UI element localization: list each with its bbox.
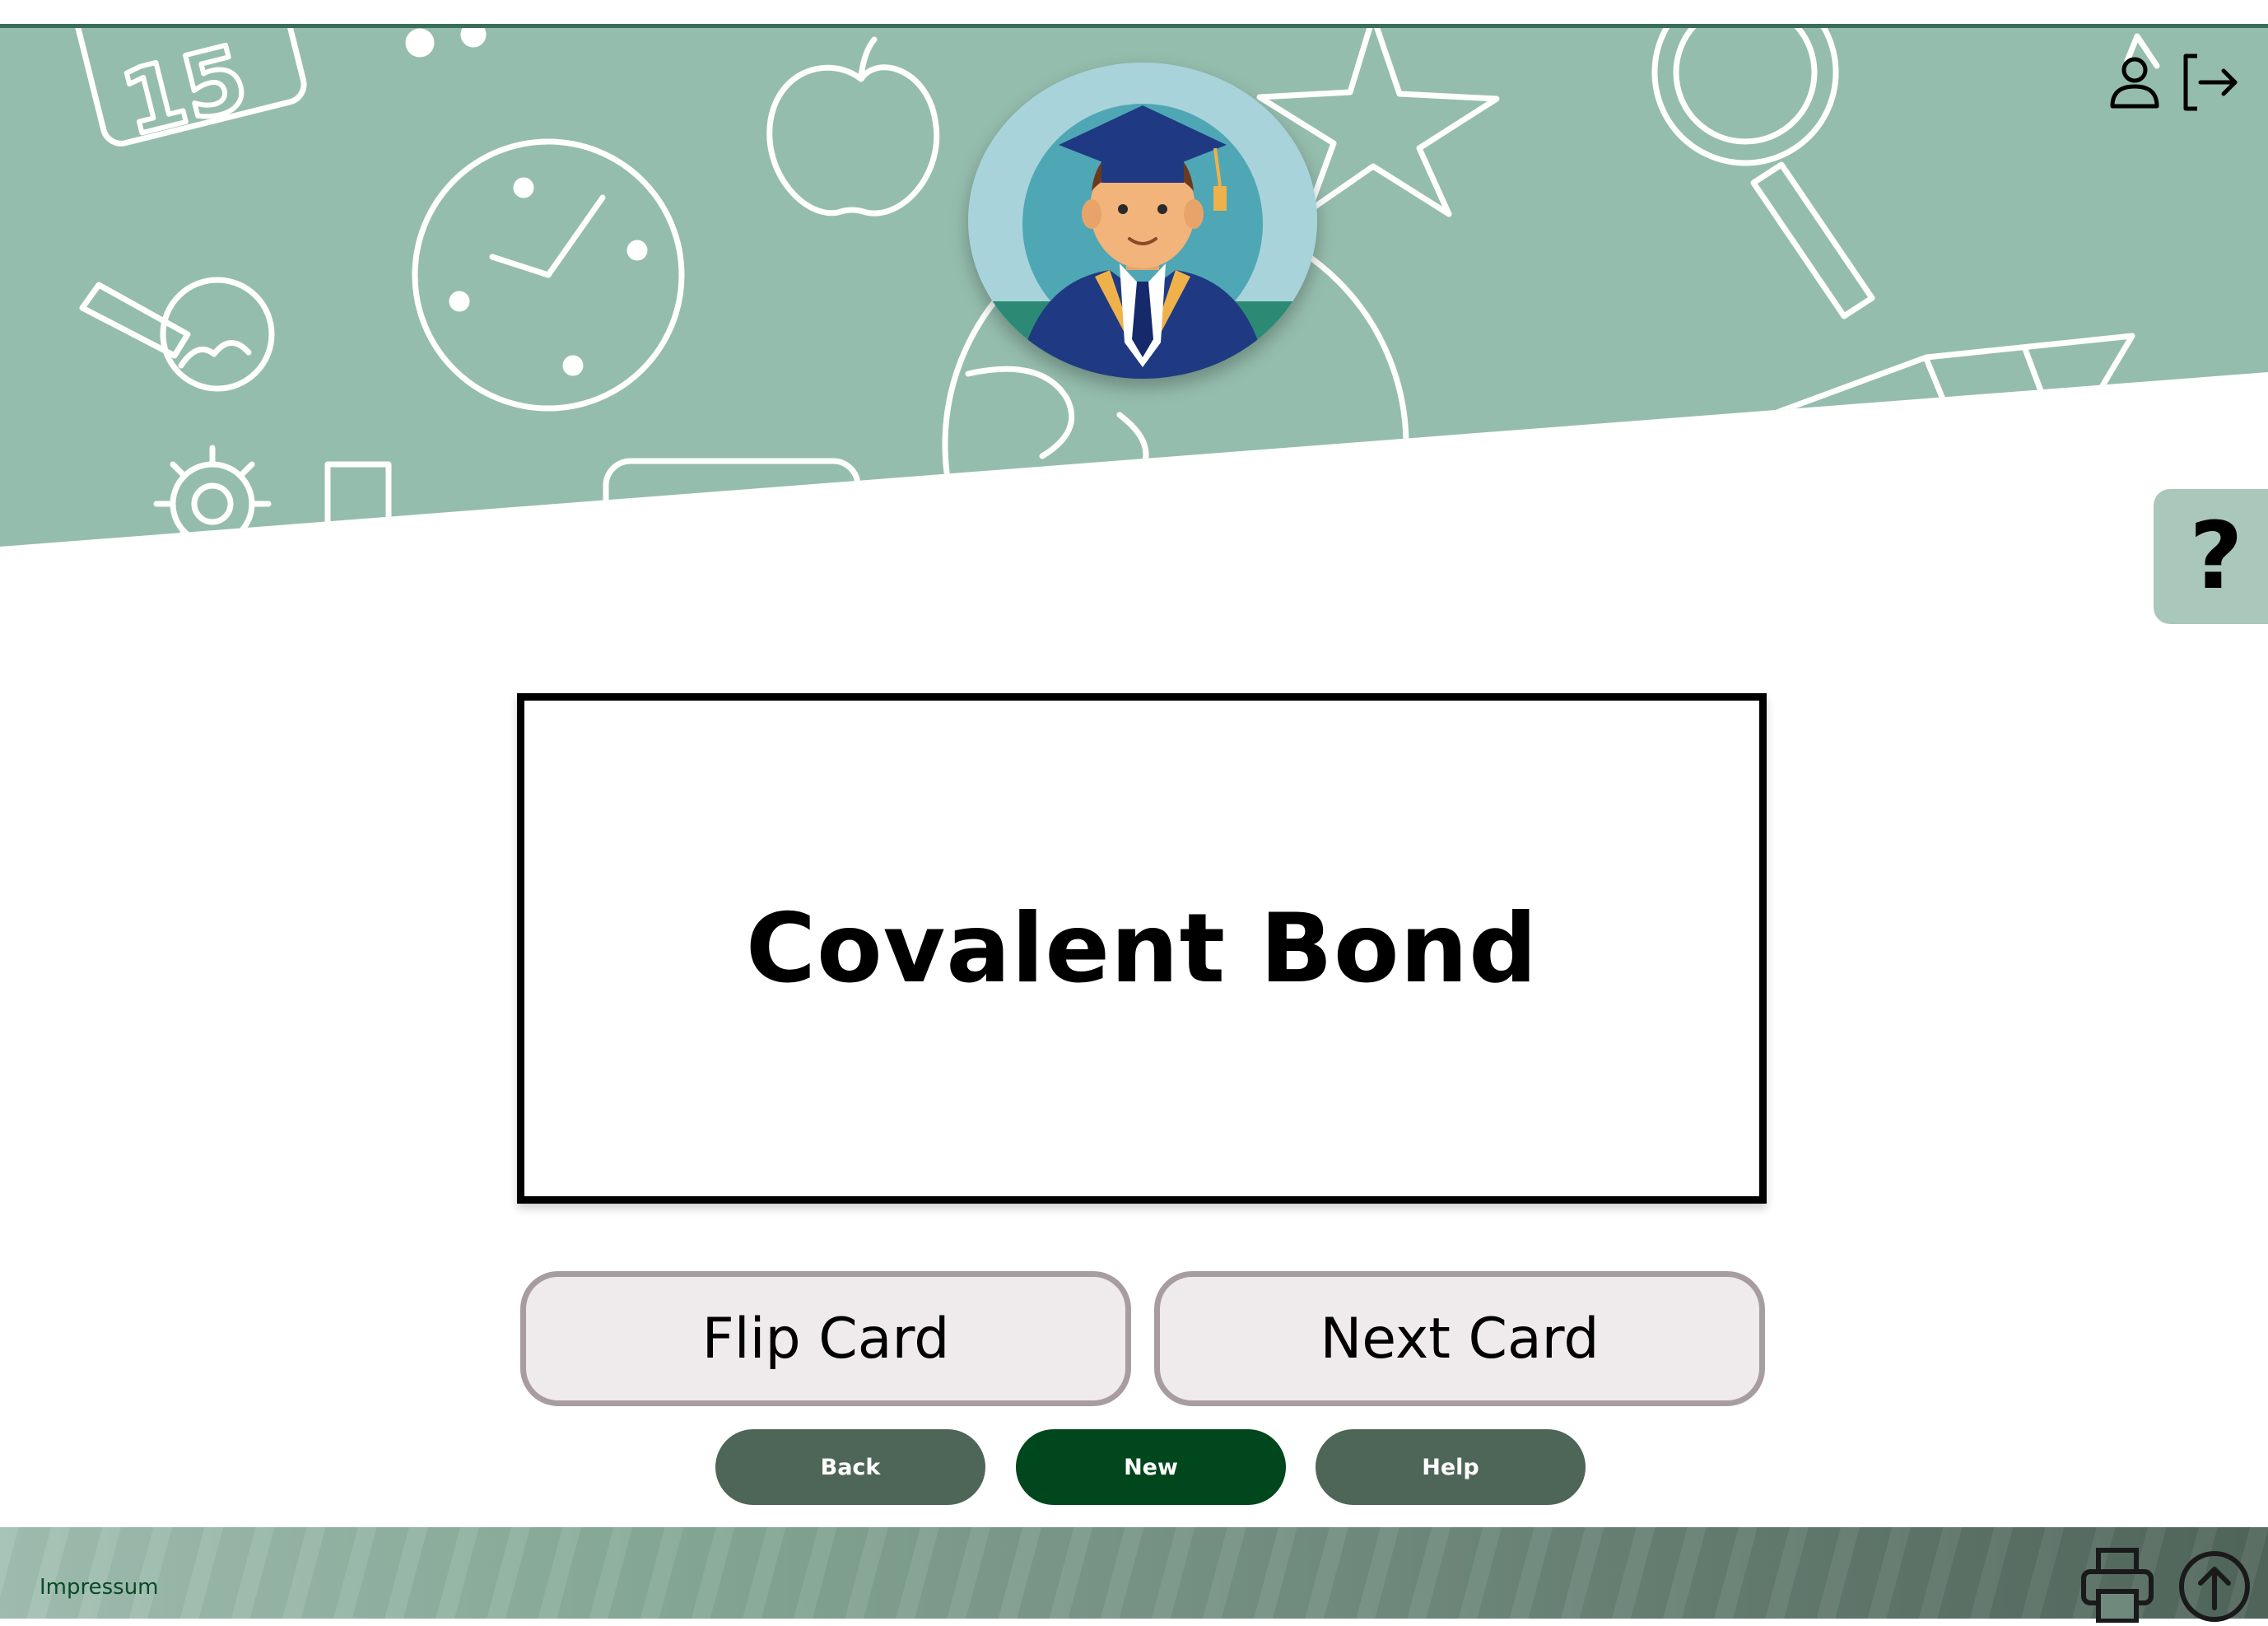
arrow-up-circle-icon[interactable]: [2176, 1545, 2253, 1623]
new-button[interactable]: New: [1016, 1429, 1286, 1505]
back-button[interactable]: Back: [715, 1429, 985, 1505]
user-icon[interactable]: [2100, 48, 2169, 117]
next-card-button[interactable]: Next Card: [1154, 1271, 1765, 1406]
printer-icon[interactable]: [2079, 1545, 2156, 1624]
flip-card-button[interactable]: Flip Card: [520, 1271, 1131, 1406]
logout-icon[interactable]: [2174, 48, 2243, 117]
footer: Impressum: [0, 1527, 2268, 1624]
flashcard[interactable]: Covalent Bond: [517, 693, 1767, 1204]
header-actions: [2100, 48, 2243, 117]
impressum-link[interactable]: Impressum: [40, 1575, 159, 1600]
flashcard-term: Covalent Bond: [745, 892, 1539, 1004]
help-tab[interactable]: ?: [2154, 489, 2268, 624]
graduate-avatar: [968, 63, 1317, 379]
question-mark-icon: ?: [2189, 503, 2243, 610]
help-button[interactable]: Help: [1316, 1429, 1586, 1505]
top-accent-line: [0, 0, 2268, 28]
